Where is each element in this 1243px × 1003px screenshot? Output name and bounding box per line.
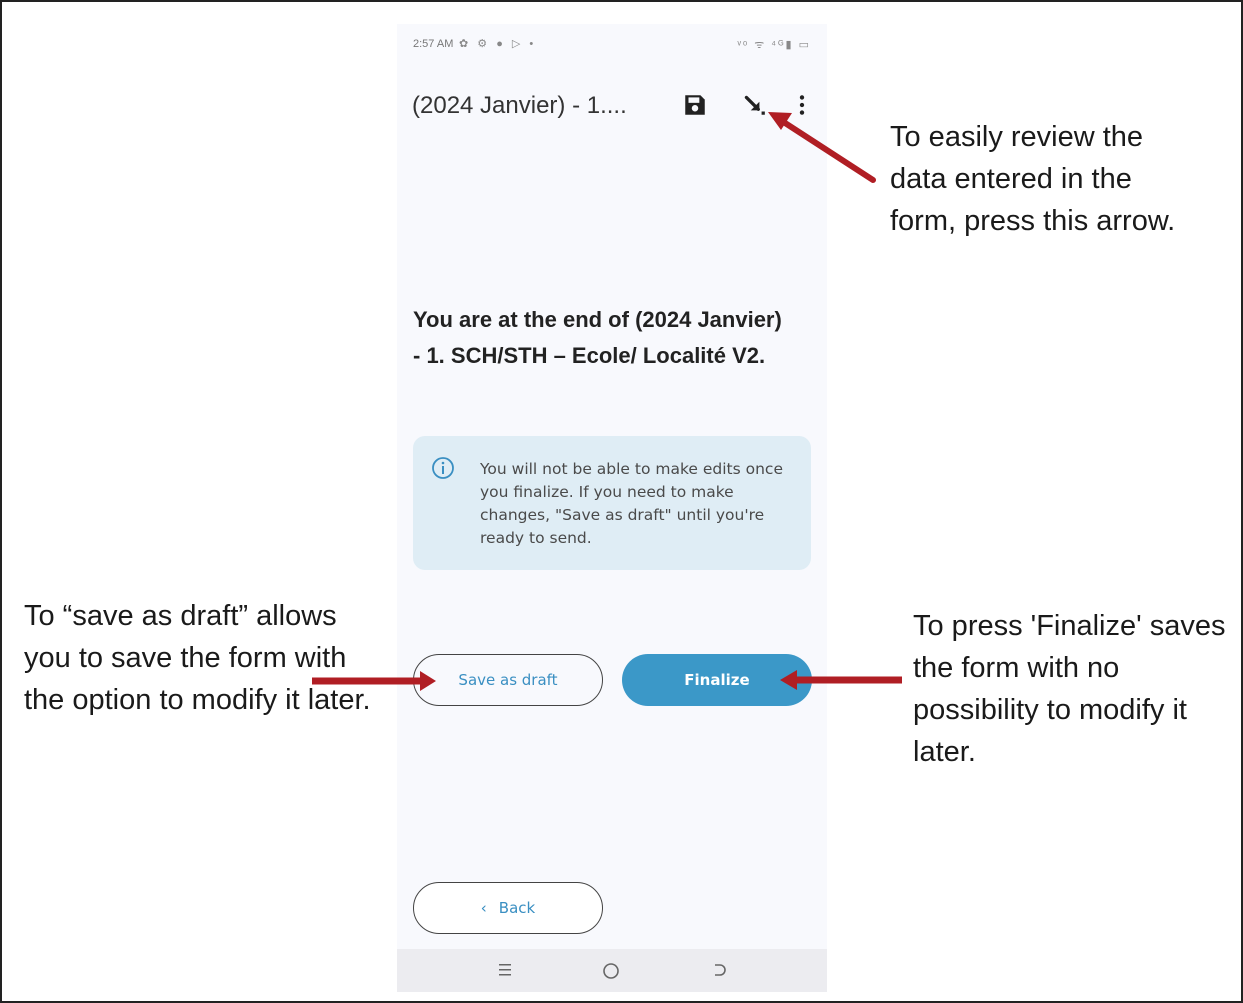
save-as-draft-button[interactable]: Save as draft bbox=[413, 654, 603, 706]
home-icon[interactable] bbox=[601, 961, 621, 981]
status-bar: 2:57 AM ✿ ⚙ ● ▷ • ᵛᵒ ᯤ ⁴ᴳ▮ ▭ bbox=[397, 24, 827, 66]
annotation-review-arrow: To easily review the data entered in the… bbox=[890, 121, 1176, 237]
system-nav-bar bbox=[397, 949, 827, 992]
signal-battery-icons: ᵛᵒ ᯤ ⁴ᴳ▮ ▭ bbox=[737, 39, 811, 51]
back-button[interactable]: ‹ Back bbox=[413, 882, 603, 934]
save-icon[interactable] bbox=[682, 92, 708, 118]
form-title: (2024 Janvier) - 1.... bbox=[412, 92, 627, 119]
annotation-save-draft: To “save as draft” allows you to save th… bbox=[24, 600, 371, 716]
finalize-button[interactable]: Finalize bbox=[622, 654, 812, 706]
info-box: You will not be able to make edits once … bbox=[413, 436, 811, 570]
annotation-finalize: To press 'Finalize' saves the form with … bbox=[913, 610, 1226, 768]
info-message: You will not be able to make edits once … bbox=[480, 460, 783, 547]
recent-apps-icon[interactable] bbox=[496, 961, 514, 979]
notification-icons: ✿ ⚙ ● ▷ • bbox=[459, 38, 537, 50]
more-options-icon[interactable] bbox=[795, 92, 809, 118]
toolbar: (2024 Janvier) - 1.... bbox=[397, 80, 827, 132]
end-of-form-heading: You are at the end of (2024 Janvier) - 1… bbox=[413, 307, 782, 368]
back-button-label: Back bbox=[498, 899, 536, 917]
info-icon bbox=[432, 457, 454, 479]
jump-to-end-arrow-icon[interactable] bbox=[741, 92, 767, 118]
status-time: 2:57 AM bbox=[413, 38, 454, 50]
chevron-left-icon: ‹ bbox=[480, 899, 487, 917]
phone-screen: 2:57 AM ✿ ⚙ ● ▷ • ᵛᵒ ᯤ ⁴ᴳ▮ ▭ (2024 Janvi… bbox=[397, 24, 827, 992]
system-back-icon[interactable] bbox=[710, 961, 728, 979]
